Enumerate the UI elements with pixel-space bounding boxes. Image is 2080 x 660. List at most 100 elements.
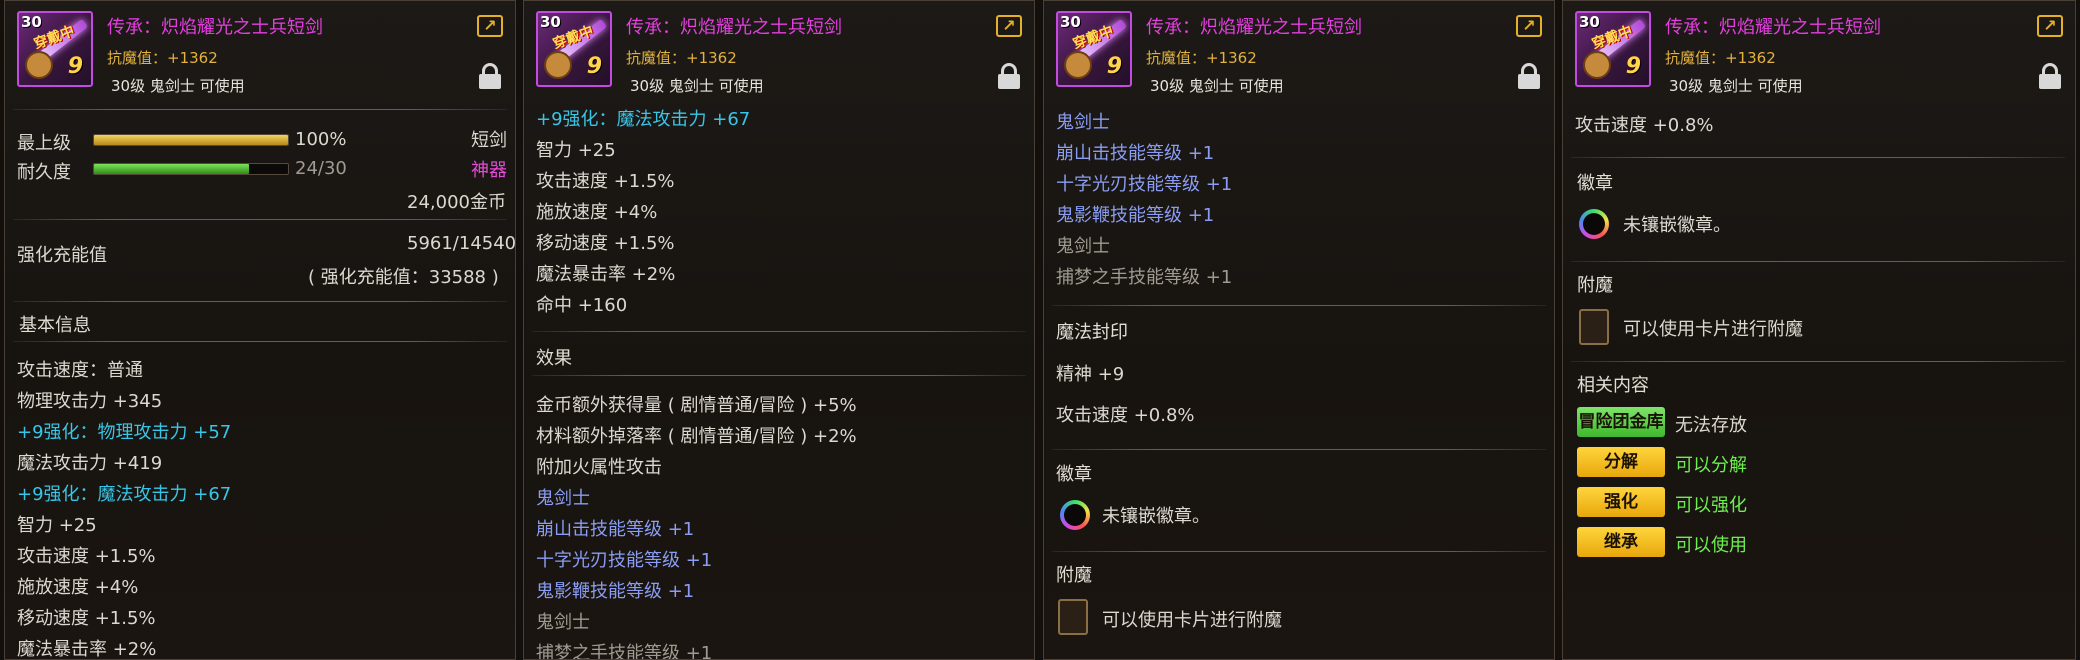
requirement: 30级 鬼剑士 可使用: [1150, 77, 1284, 95]
vault-status: 无法存放: [1675, 415, 1747, 436]
stat-line: 物理攻击力 +345: [17, 391, 163, 412]
item-title: 传承：炽焰耀光之士兵短剑: [1665, 17, 1881, 38]
share-icon[interactable]: ↗: [996, 15, 1022, 37]
grade-percent: 100%: [295, 129, 347, 150]
inherit-button[interactable]: 继承: [1577, 527, 1665, 557]
seal-title: 魔法封印: [1056, 322, 1128, 343]
requirement: 30级 鬼剑士 可使用: [630, 77, 764, 95]
item-title: 传承：炽焰耀光之士兵短剑: [626, 17, 842, 38]
tooltip-panel-4: 30 穿戴中 9 传承：炽焰耀光之士兵短剑 抗魔值：+1362 30级 鬼剑士 …: [1562, 0, 2076, 660]
tooltip-panel-3: 30 穿戴中 9 传承：炽焰耀光之士兵短剑 抗魔值：+1362 30级 鬼剑士 …: [1043, 0, 1555, 660]
magic-resist: 抗魔值：+1362: [1146, 49, 1257, 67]
divider: [1571, 157, 2065, 158]
emblem-slot-icon[interactable]: [1060, 500, 1090, 530]
stat-line: 附加火属性攻击: [536, 457, 662, 478]
emblem-slot-icon[interactable]: [1579, 209, 1609, 239]
card-slot-icon[interactable]: [1058, 599, 1088, 635]
item-level-badge: 30: [1060, 13, 1081, 31]
charge-total: ( 强化充能值：33588 ): [308, 267, 499, 288]
tooltip-panel-1: 30 穿戴中 9 传承：炽焰耀光之士兵短剑 抗魔值：+1362 30级 鬼剑士 …: [4, 0, 516, 660]
divider: [1052, 449, 1546, 450]
enchant-title: 附魔: [1056, 565, 1092, 586]
stat-line: 施放速度 +4%: [536, 202, 658, 223]
stat-line: 魔法暴击率 +2%: [17, 639, 157, 660]
divider: [532, 331, 1026, 332]
sword-item-icon[interactable]: 30 穿戴中 9: [17, 11, 93, 87]
stat-line: 十字光刃技能等级 +1: [1056, 174, 1233, 195]
stat-line: 智力 +25: [17, 515, 97, 536]
divider: [532, 375, 1026, 376]
item-title: 传承：炽焰耀光之士兵短剑: [107, 17, 323, 38]
item-title: 传承：炽焰耀光之士兵短剑: [1146, 17, 1362, 38]
card-slot-icon[interactable]: [1579, 309, 1609, 345]
divider: [1571, 361, 2065, 362]
stat-line: 崩山击技能等级 +1: [1056, 143, 1215, 164]
inherit-status: 可以使用: [1675, 535, 1747, 556]
durability-label: 耐久度: [17, 162, 71, 183]
stat-line: 施放速度 +4%: [17, 577, 139, 598]
divider: [13, 109, 507, 110]
divider: [1052, 551, 1546, 552]
emblem-status: 未镶嵌徽章。: [1102, 506, 1210, 527]
stat-line: 攻击速度：普通: [17, 360, 143, 381]
stat-line: 十字光刃技能等级 +1: [536, 550, 713, 571]
enchant-title: 附魔: [1577, 275, 1613, 296]
item-level-badge: 30: [21, 13, 42, 31]
stat-line: +9强化：魔法攻击力 +67: [536, 109, 751, 130]
disassemble-status: 可以分解: [1675, 455, 1747, 476]
item-level-badge: 30: [540, 13, 561, 31]
divider: [13, 341, 507, 342]
divider: [13, 219, 507, 220]
stat-line: 鬼影鞭技能等级 +1: [536, 581, 695, 602]
enhance-button[interactable]: 强化: [1577, 487, 1665, 517]
stat-line: 智力 +25: [536, 140, 616, 161]
share-icon[interactable]: ↗: [2037, 15, 2063, 37]
emblem-title: 徽章: [1056, 464, 1092, 485]
stat-line: 鬼剑士: [1056, 236, 1110, 257]
sword-item-icon[interactable]: 30 穿戴中 9: [536, 11, 612, 87]
emblem-title: 徽章: [1577, 173, 1613, 194]
stat-line: +9强化：魔法攻击力 +67: [17, 484, 232, 505]
item-header: 30 穿戴中 9 传承：炽焰耀光之士兵短剑 抗魔值：+1362 30级 鬼剑士 …: [524, 1, 1034, 105]
lock-icon[interactable]: [2039, 63, 2061, 89]
enhance-level-badge: 9: [1106, 54, 1122, 79]
stat-line: 材料额外掉落率 ( 剧情普通/冒险 ) +2%: [536, 426, 857, 447]
lock-icon[interactable]: [1518, 63, 1540, 89]
grade-label: 最上级: [17, 133, 71, 154]
magic-resist: 抗魔值：+1362: [1665, 49, 1776, 67]
enhance-level-badge: 9: [1625, 54, 1641, 79]
share-icon[interactable]: ↗: [1516, 15, 1542, 37]
charge-value: 5961/14540: [407, 233, 516, 254]
stat-line: 攻击速度 +1.5%: [536, 171, 675, 192]
stat-line: 捕梦之手技能等级 +1: [1056, 267, 1233, 288]
sword-item-icon[interactable]: 30 穿戴中 9: [1056, 11, 1132, 87]
stat-line: 捕梦之手技能等级 +1: [536, 643, 713, 660]
effect-title: 效果: [536, 348, 572, 369]
lock-icon[interactable]: [998, 63, 1020, 89]
stat-line: 魔法攻击力 +419: [17, 453, 163, 474]
stat-line: 移动速度 +1.5%: [17, 608, 156, 629]
magic-resist: 抗魔值：+1362: [107, 49, 218, 67]
lock-icon[interactable]: [479, 63, 501, 89]
attack-speed-stat: 攻击速度 +0.8%: [1575, 115, 1714, 136]
enhance-level-badge: 9: [67, 54, 83, 79]
item-header: 30 穿戴中 9 传承：炽焰耀光之士兵短剑 抗魔值：+1362 30级 鬼剑士 …: [1563, 1, 2075, 105]
stat-line: 攻击速度 +1.5%: [17, 546, 156, 567]
stat-line: 魔法暴击率 +2%: [536, 264, 676, 285]
stat-line: 鬼剑士: [536, 488, 590, 509]
sword-item-icon[interactable]: 30 穿戴中 9: [1575, 11, 1651, 87]
adventure-vault-button[interactable]: 冒险团金库: [1577, 407, 1665, 437]
share-icon[interactable]: ↗: [477, 15, 503, 37]
enhance-level-badge: 9: [586, 54, 602, 79]
seal-stat: 攻击速度 +0.8%: [1056, 405, 1195, 426]
magic-resist: 抗魔值：+1362: [626, 49, 737, 67]
disassemble-button[interactable]: 分解: [1577, 447, 1665, 477]
enchant-status: 可以使用卡片进行附魔: [1102, 610, 1282, 631]
durability-value: 24/30: [295, 158, 347, 179]
item-level-badge: 30: [1579, 13, 1600, 31]
stat-line: 命中 +160: [536, 295, 628, 316]
basic-info-title: 基本信息: [19, 315, 91, 336]
item-header: 30 穿戴中 9 传承：炽焰耀光之士兵短剑 抗魔值：+1362 30级 鬼剑士 …: [1044, 1, 1554, 105]
divider: [1052, 305, 1546, 306]
divider: [13, 301, 507, 302]
